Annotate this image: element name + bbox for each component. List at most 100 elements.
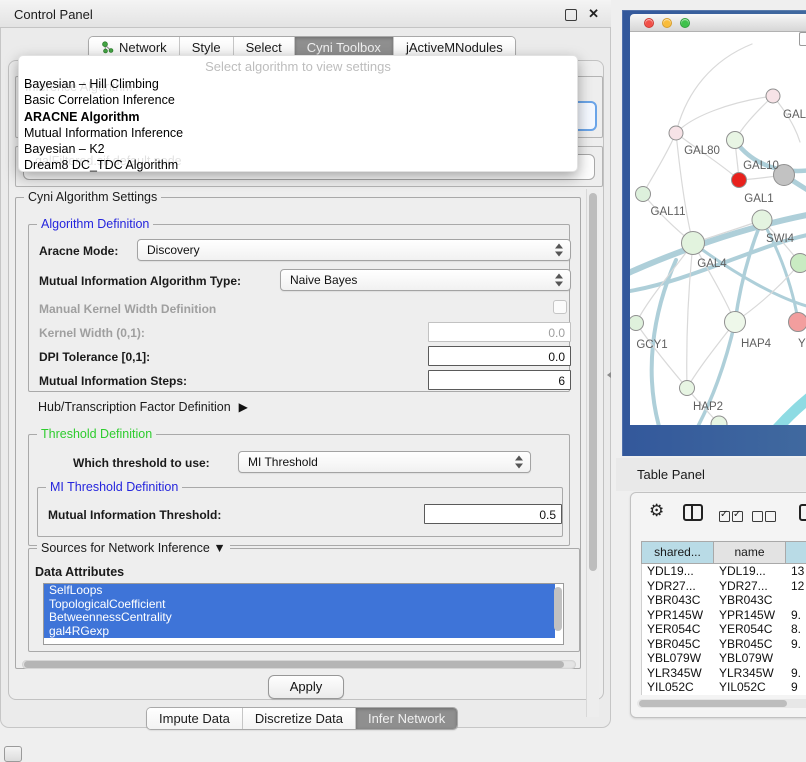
node-label: SWI4 — [766, 233, 795, 245]
table-row[interactable]: YER054CYER054C8. — [642, 622, 806, 637]
kernel-width-field[interactable] — [428, 322, 571, 342]
manual-kernel-checkbox[interactable] — [553, 300, 567, 314]
attribute-item[interactable]: gal4RGexp — [44, 625, 555, 639]
tab-infer-network[interactable]: Infer Network — [356, 708, 457, 729]
algorithm-option[interactable]: Bayesian – K2 — [19, 141, 577, 157]
settings-horizontal-scrollbar[interactable] — [22, 660, 576, 669]
network-node[interactable] — [727, 132, 744, 149]
horizontal-scrollbar-thumb[interactable] — [24, 661, 564, 668]
float-window-icon[interactable] — [565, 9, 577, 21]
attribute-item[interactable]: TopologicalCoefficient — [44, 598, 555, 612]
expand-arrow-icon[interactable]: ▶ — [239, 400, 248, 414]
attribute-item[interactable]: SelfLoops — [44, 584, 555, 598]
dpi-tolerance-field[interactable] — [428, 346, 571, 366]
hub-definition-label: Hub/Transcription Factor Definition — [38, 400, 231, 414]
table-scrollbar-thumb[interactable] — [639, 700, 787, 707]
table-row[interactable]: YBR043CYBR043C — [642, 593, 806, 608]
network-node[interactable] — [725, 312, 746, 333]
tab-label: jActiveMNodules — [406, 40, 503, 55]
algorithm-option[interactable]: Mutual Information Inference — [19, 125, 577, 141]
tab-discretize-data[interactable]: Discretize Data — [243, 708, 356, 729]
attribute-listbox[interactable]: SelfLoopsTopologicalCoefficientBetweenne… — [43, 583, 564, 645]
network-node[interactable] — [766, 89, 780, 103]
mi-type-label: Mutual Information Algorithm Type: — [39, 274, 241, 288]
select-all-check-icon[interactable] — [719, 511, 730, 522]
aracne-mode-combo[interactable]: Discovery — [137, 239, 571, 261]
node-label: GAL11 — [651, 206, 686, 218]
network-edge — [687, 243, 693, 388]
hub-definition-toggle[interactable]: Hub/Transcription Factor Definition ▶ — [38, 400, 248, 414]
tab-label: Cyni Toolbox — [307, 40, 381, 55]
manual-kernel-label: Manual Kernel Width Definition — [39, 302, 216, 316]
algorithm-option[interactable]: ARACNE Algorithm — [19, 109, 577, 125]
algorithm-placeholder: Select algorithm to view settings — [19, 59, 577, 74]
collapse-arrow-icon[interactable]: ▼ — [213, 541, 225, 555]
apply-button[interactable]: Apply — [268, 675, 344, 699]
network-node[interactable] — [630, 316, 644, 331]
gear-icon[interactable]: ⚙ — [649, 501, 664, 521]
algorithm-definition-group: Algorithm Definition Aracne Mode: Discov… — [28, 224, 570, 392]
cyni-settings-title: Cyni Algorithm Settings — [24, 190, 161, 204]
network-svg: GAL80GAL10GAL1GAL11SWI4GAL4GCY1HAP4HAP2G… — [630, 32, 806, 425]
table-row[interactable]: YDL19...YDL19...13 — [642, 564, 806, 579]
network-edge — [676, 44, 752, 133]
network-node[interactable] — [789, 313, 806, 332]
network-canvas[interactable]: GAL80GAL10GAL1GAL11SWI4GAL4GCY1HAP4HAP2G… — [630, 32, 806, 425]
table-row[interactable]: YBR045CYBR045C9. — [642, 637, 806, 652]
deselect-all-icon-2[interactable] — [765, 511, 776, 522]
network-edge — [636, 323, 687, 388]
network-node[interactable] — [636, 187, 651, 202]
deselect-all-icon[interactable] — [752, 511, 763, 522]
network-node[interactable] — [682, 232, 705, 255]
algorithm-option[interactable]: Bayesian – Hill Climbing — [19, 76, 577, 92]
network-node[interactable] — [732, 173, 747, 188]
minimize-traffic-light-icon[interactable] — [662, 18, 672, 28]
splitter-collapse-icon[interactable] — [607, 372, 611, 378]
tab-label: Network — [119, 40, 167, 55]
column-header[interactable] — [786, 542, 806, 563]
table-cell: 9. — [786, 637, 806, 652]
network-node[interactable] — [680, 381, 695, 396]
table-horizontal-scrollbar[interactable] — [637, 699, 806, 708]
mi-type-combo[interactable]: Naive Bayes — [280, 269, 571, 291]
split-columns-icon[interactable] — [683, 504, 703, 521]
sources-title: Sources for Network Inference ▼ — [37, 541, 230, 555]
network-node[interactable] — [791, 254, 806, 273]
table-row[interactable]: YIL052CYIL052C9 — [642, 680, 806, 695]
minimized-panel-icon[interactable] — [4, 746, 22, 762]
network-tool-fragment[interactable] — [799, 32, 806, 46]
node-label: GAL10 — [743, 160, 779, 172]
tab-impute-data[interactable]: Impute Data — [147, 708, 243, 729]
table-cell: YBL079W — [642, 651, 714, 666]
algorithm-option[interactable]: Basic Correlation Inference — [19, 92, 577, 108]
column-header[interactable]: name — [714, 542, 786, 563]
mi-steps-field[interactable] — [428, 370, 571, 390]
table-cell: YDR27... — [642, 579, 714, 594]
table-row[interactable]: YBL079WYBL079W — [642, 651, 806, 666]
network-edge — [735, 220, 762, 322]
close-traffic-light-icon[interactable] — [644, 18, 654, 28]
table-row[interactable]: YPR145WYPR145W9. — [642, 608, 806, 623]
listbox-scrollbar-thumb[interactable] — [554, 587, 562, 631]
zoom-traffic-light-icon[interactable] — [680, 18, 690, 28]
tab-label: Select — [246, 40, 282, 55]
node-label: HAP4 — [741, 338, 772, 350]
algorithm-dropdown-popup: Select algorithm to view settings Infere… — [18, 55, 578, 172]
mi-threshold-field[interactable] — [424, 504, 562, 524]
table-row[interactable]: YDR27...YDR27...12 — [642, 579, 806, 594]
column-header[interactable]: shared... — [642, 542, 714, 563]
network-node[interactable] — [669, 126, 683, 140]
close-icon[interactable]: ✕ — [588, 6, 599, 22]
algorithm-option[interactable]: Dream8 DC_TDC Algorithm — [19, 157, 577, 173]
which-threshold-combo[interactable]: MI Threshold — [238, 451, 531, 473]
vertical-scrollbar-thumb[interactable] — [589, 193, 597, 571]
table-cell: YDR27... — [714, 579, 786, 594]
table-row[interactable]: YLR345WYLR345W9. — [642, 666, 806, 681]
settings-vertical-scrollbar[interactable] — [586, 189, 599, 717]
select-all-check-icon-2[interactable] — [732, 511, 743, 522]
pane-icon-partial[interactable] — [799, 504, 806, 521]
network-node[interactable] — [752, 210, 772, 230]
attribute-item[interactable]: BetweennessCentrality — [44, 611, 555, 625]
threshold-definition-title: Threshold Definition — [37, 427, 156, 441]
application-root: Control Panel ✕ NetworkStyleSelectCyni T… — [0, 0, 806, 762]
